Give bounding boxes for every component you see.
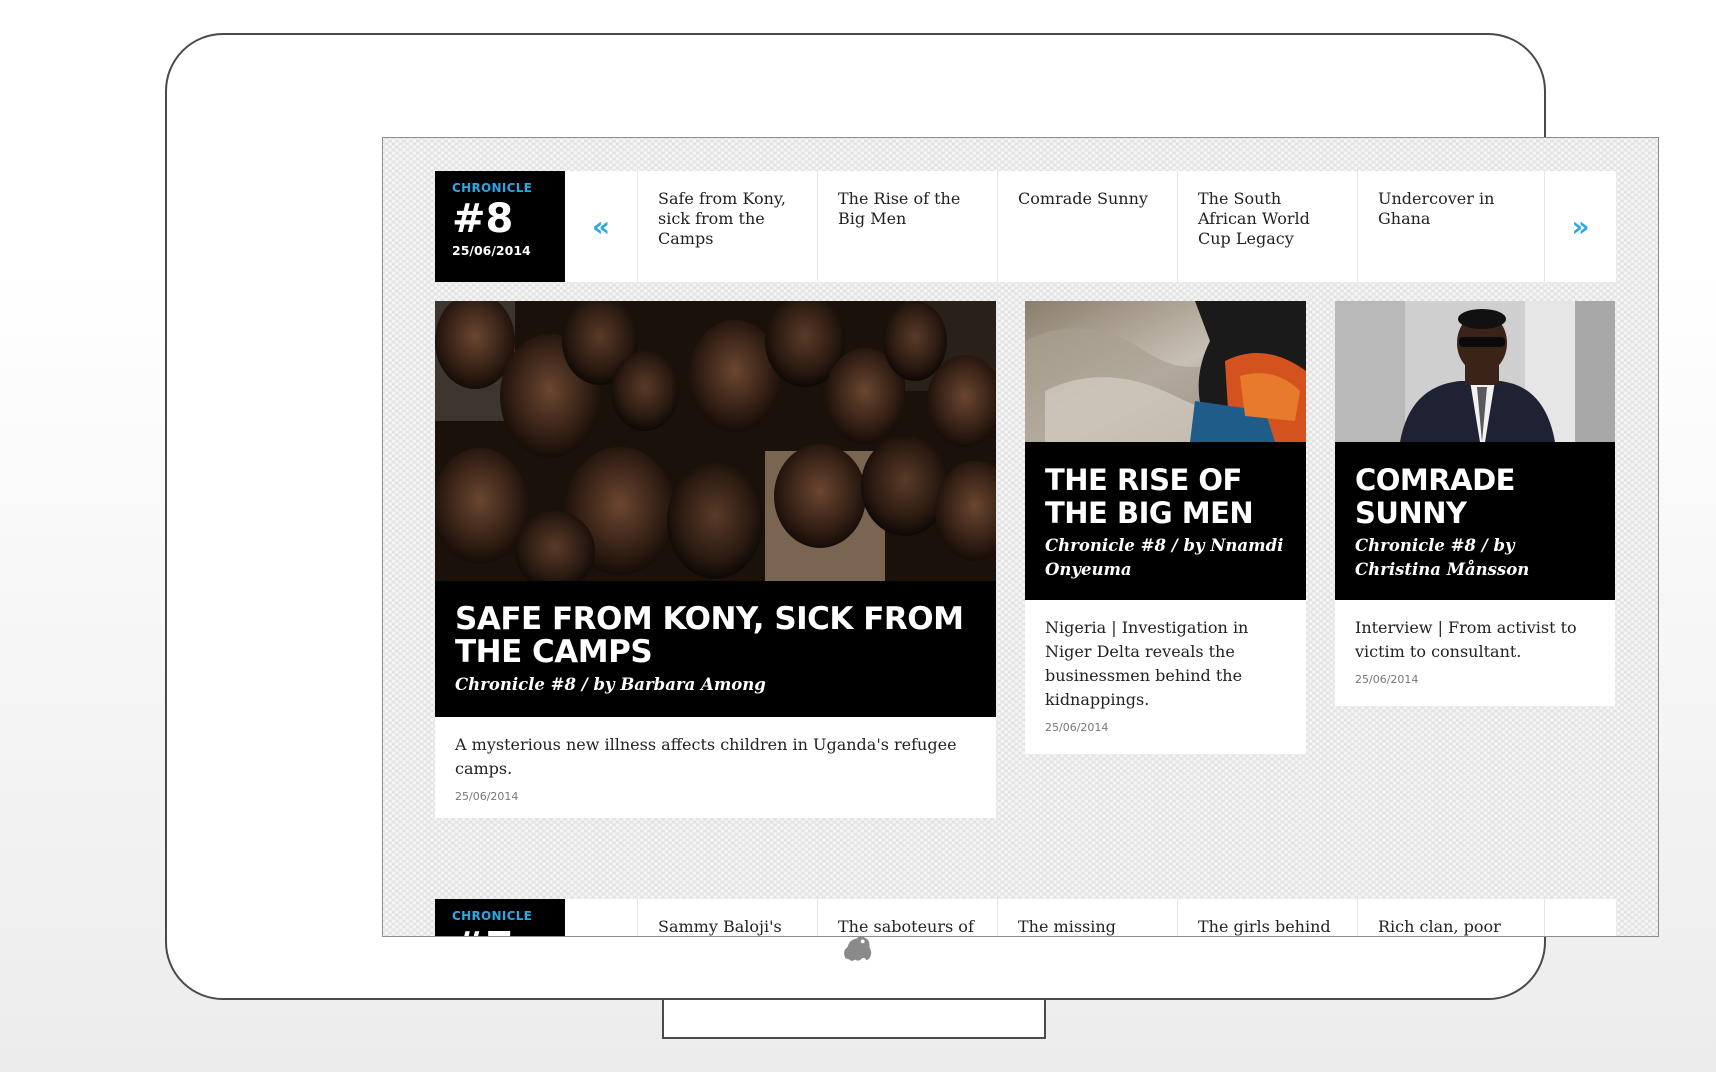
children-photo (435, 301, 996, 581)
chronicle-number: #8 (452, 196, 514, 242)
double-chevron-left-icon[interactable] (565, 899, 637, 936)
article-card[interactable]: COMRADE SUNNY Chronicle #8 / by Christin… (1335, 301, 1615, 706)
chronicle-item[interactable]: Comrade Sunny (997, 171, 1177, 282)
article-byline: Chronicle #8 / by Christina Månsson (1355, 536, 1530, 579)
chronicle-item[interactable]: Undercover in Ghana (1357, 171, 1537, 282)
double-chevron-left-icon[interactable]: « (565, 171, 637, 282)
article-photo[interactable] (1025, 301, 1306, 442)
chronicle-number: #7 (452, 925, 548, 936)
article-byline: Chronicle #8 / by Barbara Among (455, 675, 766, 694)
article-card-featured[interactable]: SAFE FROM KONY, SICK FROM THE CAMPS Chro… (435, 301, 996, 818)
article-date: 25/06/2014 (1045, 721, 1109, 734)
double-chevron-right-icon[interactable] (1544, 899, 1616, 936)
chronicle-nav-bar: CHRONICLE #7 Sammy Baloji's The saboteur… (435, 899, 1616, 936)
article-title-block[interactable]: SAFE FROM KONY, SICK FROM THE CAMPS Chro… (435, 581, 996, 717)
article-card[interactable]: THE RISE OF THE BIG MEN Chronicle #8 / b… (1025, 301, 1306, 754)
article-title[interactable]: SAFE FROM KONY, SICK FROM THE CAMPS (455, 603, 976, 669)
article-description: Interview | From activist to victim to c… (1355, 618, 1577, 661)
article-byline: Chronicle #8 / by Nnamdi Onyeuma (1045, 536, 1284, 579)
chronicle-date: 25/06/2014 (452, 243, 531, 258)
chronicle-label: CHRONICLE (452, 181, 533, 195)
article-title[interactable]: COMRADE SUNNY (1355, 464, 1595, 530)
article-date: 25/06/2014 (1355, 673, 1419, 686)
chronicle-item[interactable]: The girls behind (1177, 899, 1357, 936)
article-summary: A mysterious new illness affects childre… (435, 717, 996, 825)
chronicle-item[interactable]: Safe from Kony, sick from the Camps (637, 171, 817, 282)
article-date: 25/06/2014 (455, 790, 519, 803)
chronicle-item[interactable]: The South African World Cup Legacy (1177, 171, 1357, 282)
article-summary: Interview | From activist to victim to c… (1335, 600, 1615, 708)
article-title-block[interactable]: COMRADE SUNNY Chronicle #8 / by Christin… (1335, 442, 1615, 600)
article-description: A mysterious new illness affects childre… (455, 735, 957, 778)
chronicle-badge[interactable]: CHRONICLE #7 (435, 899, 565, 936)
article-title[interactable]: THE RISE OF THE BIG MEN (1045, 464, 1286, 530)
chronicle-nav-bar: CHRONICLE #8 25/06/2014 « Safe from Kony… (435, 171, 1616, 282)
monitor-frame: CHRONICLE #8 25/06/2014 « Safe from Kony… (165, 33, 1659, 1000)
article-summary: Nigeria | Investigation in Niger Delta r… (1025, 600, 1306, 756)
chronicle-item[interactable]: Sammy Baloji's (637, 899, 817, 936)
article-title-block[interactable]: THE RISE OF THE BIG MEN Chronicle #8 / b… (1025, 442, 1306, 600)
chronicle-label: CHRONICLE (452, 909, 533, 923)
monitor-stand (662, 1000, 1046, 1039)
article-photo[interactable] (435, 301, 996, 581)
double-chevron-right-icon[interactable]: » (1544, 171, 1616, 282)
article-photo[interactable] (1335, 301, 1615, 442)
chronicle-item[interactable]: Rich clan, poor (1357, 899, 1537, 936)
chronicle-item[interactable]: The missing (997, 899, 1177, 936)
portrait-photo (1335, 301, 1615, 442)
website-screen: CHRONICLE #8 25/06/2014 « Safe from Kony… (382, 137, 1659, 937)
article-description: Nigeria | Investigation in Niger Delta r… (1045, 618, 1249, 709)
chronicle-item[interactable]: The Rise of the Big Men (817, 171, 997, 282)
chronicle-badge[interactable]: CHRONICLE #8 25/06/2014 (435, 171, 565, 282)
boat-wake-photo (1025, 301, 1306, 442)
frog-logo-icon (844, 935, 872, 961)
